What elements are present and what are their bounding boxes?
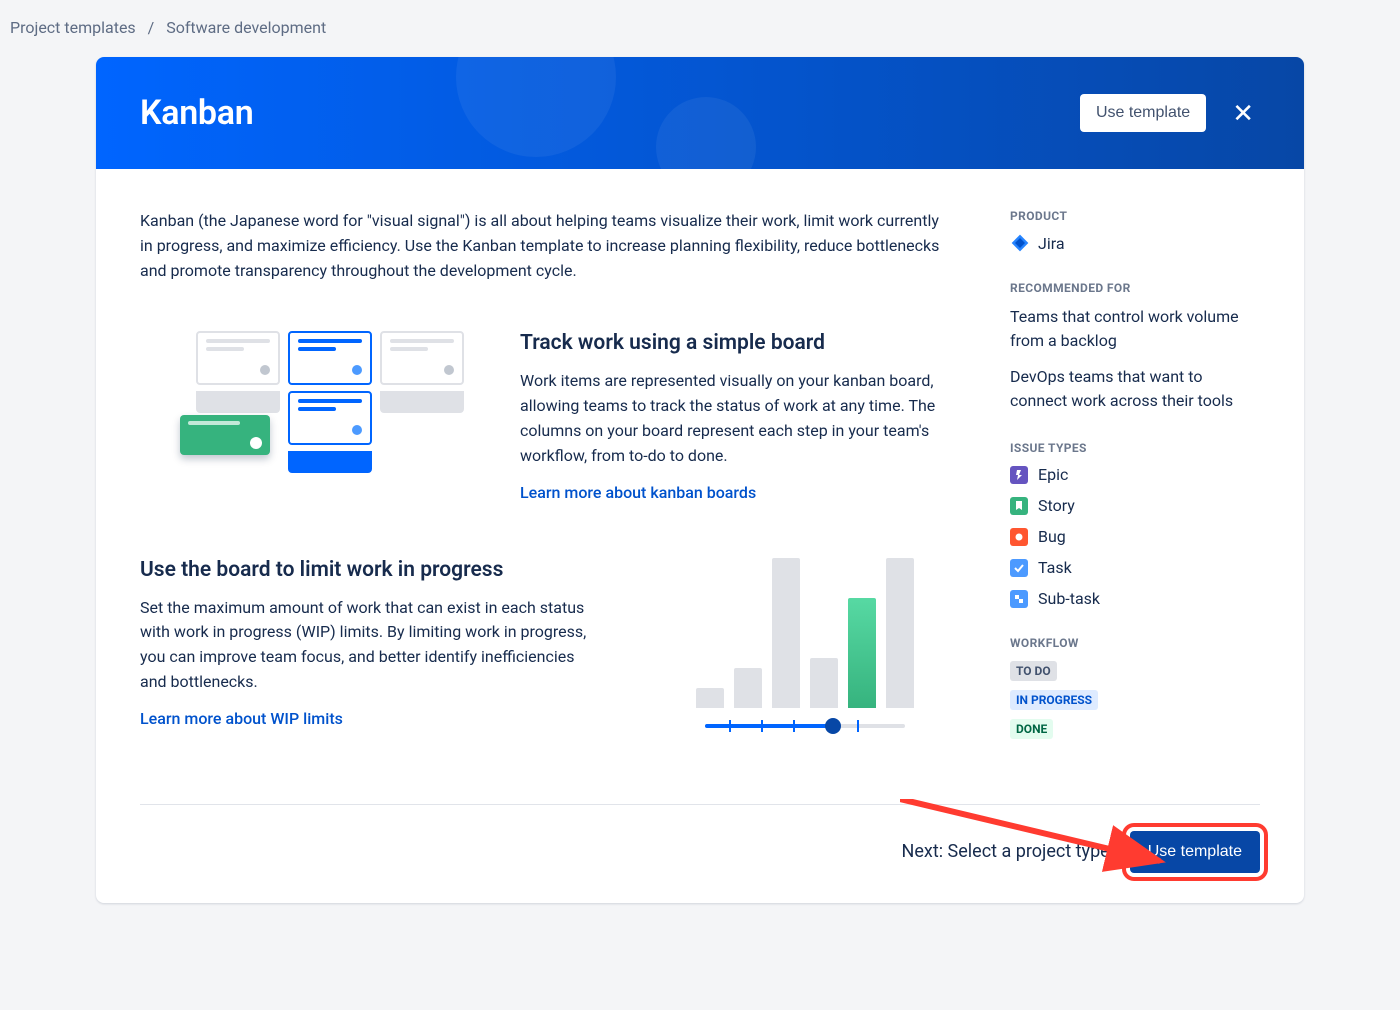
template-description: Kanban (the Japanese word for "visual si… xyxy=(140,209,940,283)
task-icon xyxy=(1010,559,1028,577)
product-row: Jira xyxy=(1010,233,1260,253)
issue-type-task: Task xyxy=(1010,558,1260,577)
feature-title: Use the board to limit work in progress xyxy=(140,558,590,582)
bug-icon xyxy=(1010,528,1028,546)
issue-types-label: ISSUE TYPES xyxy=(1010,441,1260,455)
learn-more-kanban-link[interactable]: Learn more about kanban boards xyxy=(520,483,756,502)
breadcrumb-current: Software development xyxy=(166,18,326,37)
page-title: Kanban xyxy=(140,93,253,133)
feature-track-work: Track work using a simple board Work ite… xyxy=(140,331,970,501)
kanban-board-illustration xyxy=(140,331,470,473)
issue-type-subtask: Sub-task xyxy=(1010,589,1260,608)
issue-type-bug: Bug xyxy=(1010,527,1260,546)
feature-title: Track work using a simple board xyxy=(520,331,970,355)
sidebar: PRODUCT Jira RECOMMENDED FOR Teams that … xyxy=(1010,209,1260,784)
breadcrumb-separator: / xyxy=(148,18,155,37)
recommended-item: DevOps teams that want to connect work a… xyxy=(1010,365,1260,413)
story-icon xyxy=(1010,497,1028,515)
workflow-status-done: DONE xyxy=(1010,719,1053,739)
product-name: Jira xyxy=(1038,234,1065,253)
breadcrumb-root[interactable]: Project templates xyxy=(10,18,136,37)
feature-body: Set the maximum amount of work that can … xyxy=(140,596,590,695)
product-label: PRODUCT xyxy=(1010,209,1260,223)
jira-icon xyxy=(1010,233,1030,253)
issue-type-epic: Epic xyxy=(1010,465,1260,484)
recommended-label: RECOMMENDED FOR xyxy=(1010,281,1260,295)
workflow-status-todo: TO DO xyxy=(1010,661,1057,681)
footer: Next: Select a project type Use template xyxy=(140,804,1260,903)
recommended-item: Teams that control work volume from a ba… xyxy=(1010,305,1260,353)
breadcrumb: Project templates / Software development xyxy=(0,0,1400,51)
hero-banner: Kanban Use template ✕ xyxy=(96,57,1304,169)
learn-more-wip-link[interactable]: Learn more about WIP limits xyxy=(140,709,343,728)
issue-type-story: Story xyxy=(1010,496,1260,515)
use-template-button-top[interactable]: Use template xyxy=(1080,94,1206,132)
close-button[interactable]: ✕ xyxy=(1226,98,1260,128)
wip-chart-illustration xyxy=(640,558,970,728)
close-icon: ✕ xyxy=(1232,98,1254,128)
template-detail-card: Kanban Use template ✕ Kanban (the Japane… xyxy=(96,57,1304,903)
feature-body: Work items are represented visually on y… xyxy=(520,369,970,468)
workflow-label: WORKFLOW xyxy=(1010,636,1260,650)
use-template-button-bottom[interactable]: Use template xyxy=(1130,831,1260,873)
workflow-status-in-progress: IN PROGRESS xyxy=(1010,690,1098,710)
next-step-label: Next: Select a project type xyxy=(902,841,1110,862)
feature-wip-limits: Use the board to limit work in progress … xyxy=(140,558,970,728)
epic-icon xyxy=(1010,466,1028,484)
main-content: Kanban (the Japanese word for "visual si… xyxy=(140,209,970,784)
subtask-icon xyxy=(1010,590,1028,608)
